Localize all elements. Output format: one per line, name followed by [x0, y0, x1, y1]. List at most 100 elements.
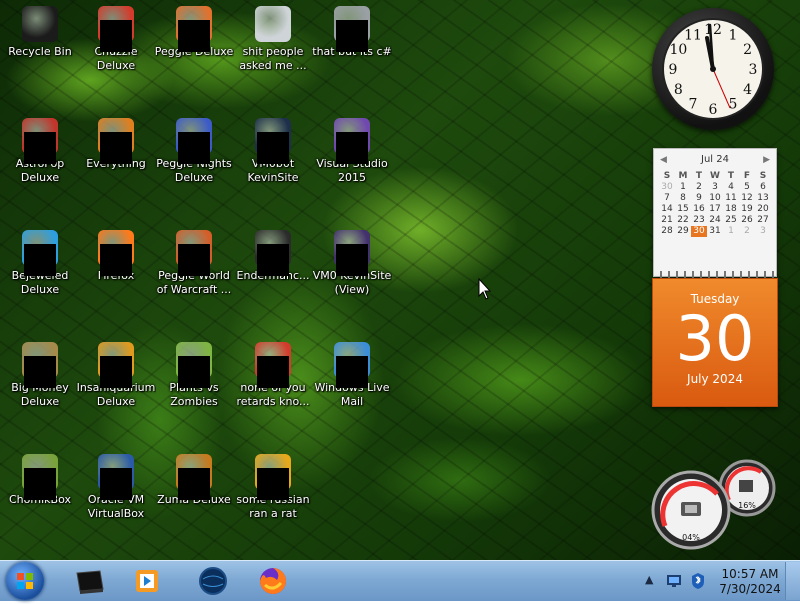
calendar-day-cell[interactable]: 1: [723, 226, 739, 237]
desktop-icon-big-money-deluxe[interactable]: Big MoneyDeluxe: [0, 342, 80, 409]
desktop-icon-windows-live-mail[interactable]: Windows LiveMail: [312, 342, 392, 409]
desktop-icon-peggle-nights-deluxe[interactable]: Peggle Nights Deluxe: [154, 118, 234, 185]
calendar-prev-arrow-icon[interactable]: ◀: [660, 149, 667, 171]
calendar-day-cell[interactable]: 23: [691, 215, 707, 226]
redaction-block: [24, 356, 56, 388]
bluetooth-shield-icon[interactable]: [690, 572, 706, 590]
desktop-icon-everything[interactable]: Everything: [76, 118, 156, 171]
taskbar-clock[interactable]: 10:57 AM 7/30/2024: [718, 567, 782, 597]
calendar-day-cell[interactable]: 30: [659, 182, 675, 193]
mouse-cursor-icon: [478, 278, 492, 300]
desktop-icon-chomikbox[interactable]: ChomikBox: [0, 454, 80, 507]
calendar-day-cell[interactable]: 15: [675, 204, 691, 215]
desktop-icon-label: Recycle Bin: [8, 45, 72, 58]
desktop-icon-label: of Warcraft ...: [156, 283, 232, 296]
calendar-weekday-header: T: [727, 171, 735, 181]
everything-icon: [98, 118, 134, 164]
calendar-day-cell[interactable]: 20: [755, 204, 771, 215]
calendar-day-cell[interactable]: 2: [691, 182, 707, 193]
calendar-day-cell[interactable]: 26: [739, 215, 755, 226]
that-but-its-csharp-icon: [334, 6, 370, 52]
calendar-month-panel[interactable]: ◀ Jul 24 ▶ S M T W T F S 30 1 2 3 4 5 6 7 8 9 10 11 12 13 14 1…: [653, 148, 777, 281]
redaction-block: [178, 132, 210, 164]
desktop-icon-label: asked me ...: [239, 59, 307, 72]
calendar-day-cell[interactable]: 3: [707, 182, 723, 193]
tray-show-hidden-arrow-icon[interactable]: ▲: [645, 573, 653, 586]
calendar-day-cell[interactable]: 30: [691, 226, 707, 237]
redaction-block: [24, 468, 56, 500]
calendar-day-cell[interactable]: 24: [707, 215, 723, 226]
calendar-day-cell[interactable]: 3: [755, 226, 771, 237]
calendar-day-cell[interactable]: 14: [659, 204, 675, 215]
calendar-day-number: 30: [675, 302, 755, 375]
calendar-day-cell[interactable]: 9: [691, 193, 707, 204]
taskbar-time: 10:57 AM: [721, 567, 779, 581]
desktop-icon-some-russian-ran-a-rat[interactable]: some russian ran a rat: [233, 454, 313, 521]
desktop-icon-endermanc[interactable]: Endermanc...: [233, 230, 313, 283]
show-desktop-button[interactable]: [785, 562, 800, 600]
desktop-icon-bejeweled-deluxe[interactable]: BejeweledDeluxe: [0, 230, 80, 297]
desktop-icon-that-but-its-csharp[interactable]: that but its c#: [312, 6, 392, 59]
calendar-day-cell[interactable]: 6: [755, 182, 771, 193]
desktop-icon-label: 2015: [338, 171, 366, 184]
calendar-next-arrow-icon[interactable]: ▶: [763, 149, 770, 171]
redaction-block: [178, 244, 210, 276]
taskbar-globe-app[interactable]: [195, 565, 231, 597]
clock-numeral: 10: [669, 42, 687, 58]
calendar-day-cell[interactable]: 25: [723, 215, 739, 226]
desktop-icon-insaniquarium-deluxe[interactable]: InsaniquariumDeluxe: [76, 342, 156, 409]
calendar-day-cell[interactable]: 12: [739, 193, 755, 204]
desktop-icon-astropop-deluxe[interactable]: AstroPopDeluxe: [0, 118, 80, 185]
calendar-day-cell[interactable]: 28: [659, 226, 675, 237]
clock-face: 12 12 3 45678 9 1011: [662, 18, 764, 120]
desktop-icon-vm0b0t-kevinsite[interactable]: VM0b0tKevinSite: [233, 118, 313, 185]
clock-gadget[interactable]: 12 1 2 3 4 5 6 7 8 9 10 11: [652, 8, 774, 130]
desktop-icon-none-of-you[interactable]: none of youretards kno...: [233, 342, 313, 409]
calendar-day-cell[interactable]: 31: [707, 226, 723, 237]
desktop-icon-shit-people[interactable]: shit people asked me ...: [233, 6, 313, 73]
desktop-icon-visual-studio-2015[interactable]: Visual Studio 2015: [312, 118, 392, 185]
network-monitor-icon[interactable]: [666, 574, 682, 588]
calendar-day-cell[interactable]: 18: [723, 204, 739, 215]
taskbar-firefox[interactable]: [255, 565, 291, 597]
clock-numeral: 8: [674, 82, 683, 98]
calendar-day-cell[interactable]: 5: [739, 182, 755, 193]
calendar-day-cell[interactable]: 7: [659, 193, 675, 204]
taskbar-media-player[interactable]: [130, 565, 166, 597]
calendar-day-cell[interactable]: 17: [707, 204, 723, 215]
calendar-day-cell[interactable]: 10: [707, 193, 723, 204]
desktop-icon-label: shit people: [242, 45, 304, 58]
redaction-block: [336, 132, 368, 164]
calendar-day-cell[interactable]: 1: [675, 182, 691, 193]
desktop-icon-vm0-kevinsite-view[interactable]: VM0 KevinSite(View): [312, 230, 392, 297]
desktop-icon-plants-vs-zombies[interactable]: Plants vsZombies: [154, 342, 234, 409]
desktop: Recycle BinChuzzleDeluxePeggle Deluxeshi…: [0, 0, 800, 560]
calendar-day-cell[interactable]: 8: [675, 193, 691, 204]
calendar-day-cell[interactable]: 11: [723, 193, 739, 204]
desktop-icon-peggle-world-of-warcraft[interactable]: Peggle World of Warcraft ...: [154, 230, 234, 297]
clock-numeral: 7: [689, 97, 698, 113]
taskbar-terminal-app[interactable]: [72, 565, 108, 597]
calendar-day-cell[interactable]: 21: [659, 215, 675, 226]
desktop-icon-chuzzle-deluxe[interactable]: ChuzzleDeluxe: [76, 6, 156, 73]
calendar-day-cell[interactable]: 19: [739, 204, 755, 215]
calendar-day-cell[interactable]: 27: [755, 215, 771, 226]
calendar-day-cell[interactable]: 16: [691, 204, 707, 215]
desktop-icon-firefox[interactable]: Firefox: [76, 230, 156, 283]
desktop-icon-oracle-vm-virtualbox[interactable]: Oracle VMVirtualBox: [76, 454, 156, 521]
calendar-day-cell[interactable]: 22: [675, 215, 691, 226]
calendar-day-cell[interactable]: 29: [675, 226, 691, 237]
start-button[interactable]: [6, 562, 44, 600]
desktop-icon-recycle-bin[interactable]: Recycle Bin: [0, 6, 80, 59]
calendar-month-label: Jul 24: [701, 154, 729, 165]
desktop-icon-peggle-deluxe[interactable]: Peggle Deluxe: [154, 6, 234, 59]
plants-vs-zombies-icon: [176, 342, 212, 388]
calendar-day-cell[interactable]: 2: [739, 226, 755, 237]
memory-percent: 16%: [738, 501, 756, 510]
cpu-meter-gadget[interactable]: 16% 04%: [651, 458, 777, 550]
desktop-icon-zuma-deluxe[interactable]: Zuma Deluxe: [154, 454, 234, 507]
calendar-day-cell[interactable]: 4: [723, 182, 739, 193]
calendar-day-panel[interactable]: Tuesday 30 July 2024: [652, 278, 778, 407]
calendar-day-cell[interactable]: 13: [755, 193, 771, 204]
desktop-icon-label: Deluxe: [174, 171, 214, 184]
